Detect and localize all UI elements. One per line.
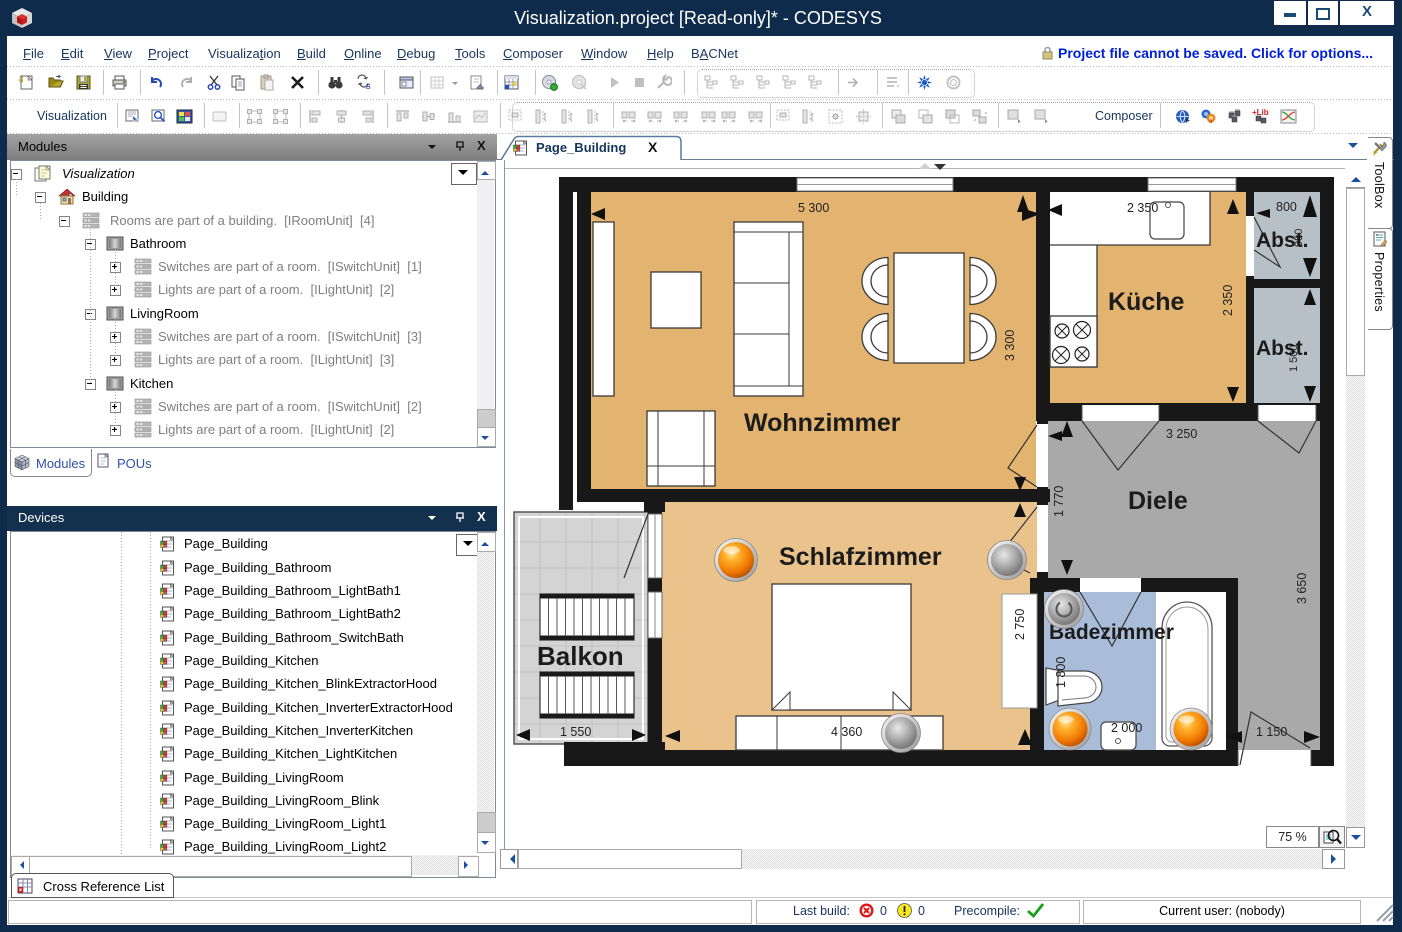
svg-text:1 550: 1 550 xyxy=(560,725,591,739)
svg-text:Diele: Diele xyxy=(1128,487,1188,515)
svg-text:B: B xyxy=(366,84,371,91)
svg-text:4 360: 4 360 xyxy=(831,725,862,739)
svg-text:5 300: 5 300 xyxy=(798,201,829,215)
svg-text:1 800: 1 800 xyxy=(1054,657,1068,688)
svg-text:Wohnzimmer: Wohnzimmer xyxy=(744,409,901,437)
svg-text:1 770: 1 770 xyxy=(1052,486,1066,517)
svg-text:2 000: 2 000 xyxy=(1111,721,1142,735)
svg-text:2 350: 2 350 xyxy=(1221,285,1235,316)
svg-text:Küche: Küche xyxy=(1108,288,1185,316)
svg-text:2 350: 2 350 xyxy=(1127,201,1158,215)
svg-text:Balkon: Balkon xyxy=(537,641,624,671)
svg-text:1 150: 1 150 xyxy=(1256,725,1287,739)
svg-text:3 650: 3 650 xyxy=(1295,573,1309,604)
svg-text:800: 800 xyxy=(1276,200,1297,214)
svg-text:3 250: 3 250 xyxy=(1166,427,1197,441)
svg-text:3 300: 3 300 xyxy=(1003,330,1017,361)
svg-text:Abst.: Abst. xyxy=(1256,229,1309,252)
svg-text:Schlafzimmer: Schlafzimmer xyxy=(779,543,942,571)
svg-text:2 750: 2 750 xyxy=(1013,609,1027,640)
svg-text:Abst.: Abst. xyxy=(1256,337,1309,360)
